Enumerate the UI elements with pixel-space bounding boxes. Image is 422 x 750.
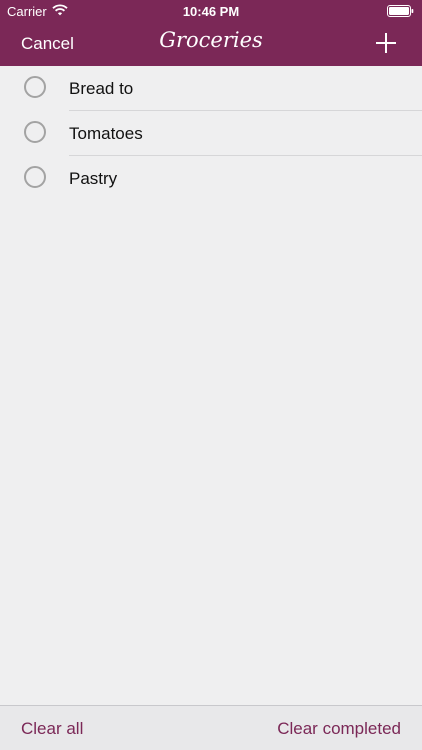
checkbox-circle-icon[interactable] [24,76,46,98]
clear-all-button[interactable]: Clear all [21,719,83,739]
plus-icon[interactable] [374,31,398,55]
grocery-list: Bread to Tomatoes Pastry [0,66,422,201]
header: Carrier 10:46 PM Cancel Groceries [0,0,422,66]
item-label: Tomatoes [69,124,143,143]
nav-bar: Cancel Groceries [0,22,422,66]
list-item[interactable]: Pastry [0,156,422,201]
checkbox-circle-icon[interactable] [24,166,46,188]
page-title: Groceries [159,28,263,52]
status-bar: Carrier 10:46 PM [0,0,422,22]
item-label: Bread to [69,79,134,98]
clear-completed-button[interactable]: Clear completed [277,719,401,739]
battery-icon [387,5,414,20]
list-item[interactable]: Tomatoes [0,111,422,156]
checkbox-circle-icon[interactable] [24,121,46,143]
item-label: Pastry [69,169,118,188]
list-item[interactable]: Bread to [0,66,422,111]
status-time: 10:46 PM [182,4,240,19]
bottom-toolbar: Clear all Clear completed [0,705,422,750]
app-screen: Carrier 10:46 PM Cancel Groceries Bread … [0,0,422,750]
